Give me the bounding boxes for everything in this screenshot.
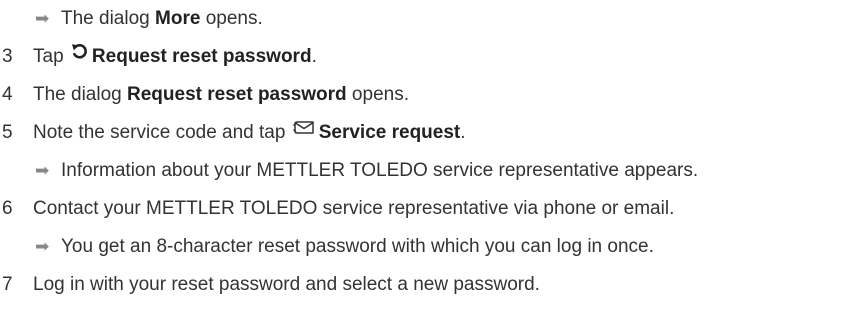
step-text: The dialog Request reset password opens. — [33, 84, 409, 105]
mail-icon — [292, 114, 315, 148]
result-text: Information about your METTLER TOLEDO se… — [61, 160, 699, 181]
step-number: 5 — [2, 122, 13, 143]
step-text: Log in with your reset password and sele… — [33, 274, 540, 295]
step-number: 7 — [2, 274, 13, 295]
result-arrow-icon: ➡ — [35, 237, 50, 256]
result-text: The dialog More opens. — [61, 8, 263, 29]
result-text: You get an 8-character reset password wi… — [61, 236, 654, 257]
result-arrow-icon: ➡ — [35, 161, 50, 180]
step-number: 4 — [2, 84, 13, 105]
dialog-name-more: More — [155, 8, 201, 29]
button-request-reset-password: Request reset password — [91, 46, 312, 68]
step-text: Note the service code and tap Service re… — [33, 116, 466, 150]
button-service-request: Service request — [318, 122, 461, 144]
step-text: Contact your METTLER TOLEDO service repr… — [33, 198, 675, 219]
dialog-name-request-reset-password: Request reset password — [127, 84, 347, 105]
undo-icon — [71, 38, 88, 72]
result-arrow-icon: ➡ — [35, 9, 50, 28]
step-number: 3 — [2, 46, 13, 67]
step-number: 6 — [2, 198, 13, 219]
step-text: Tap Request reset password. — [33, 40, 317, 74]
